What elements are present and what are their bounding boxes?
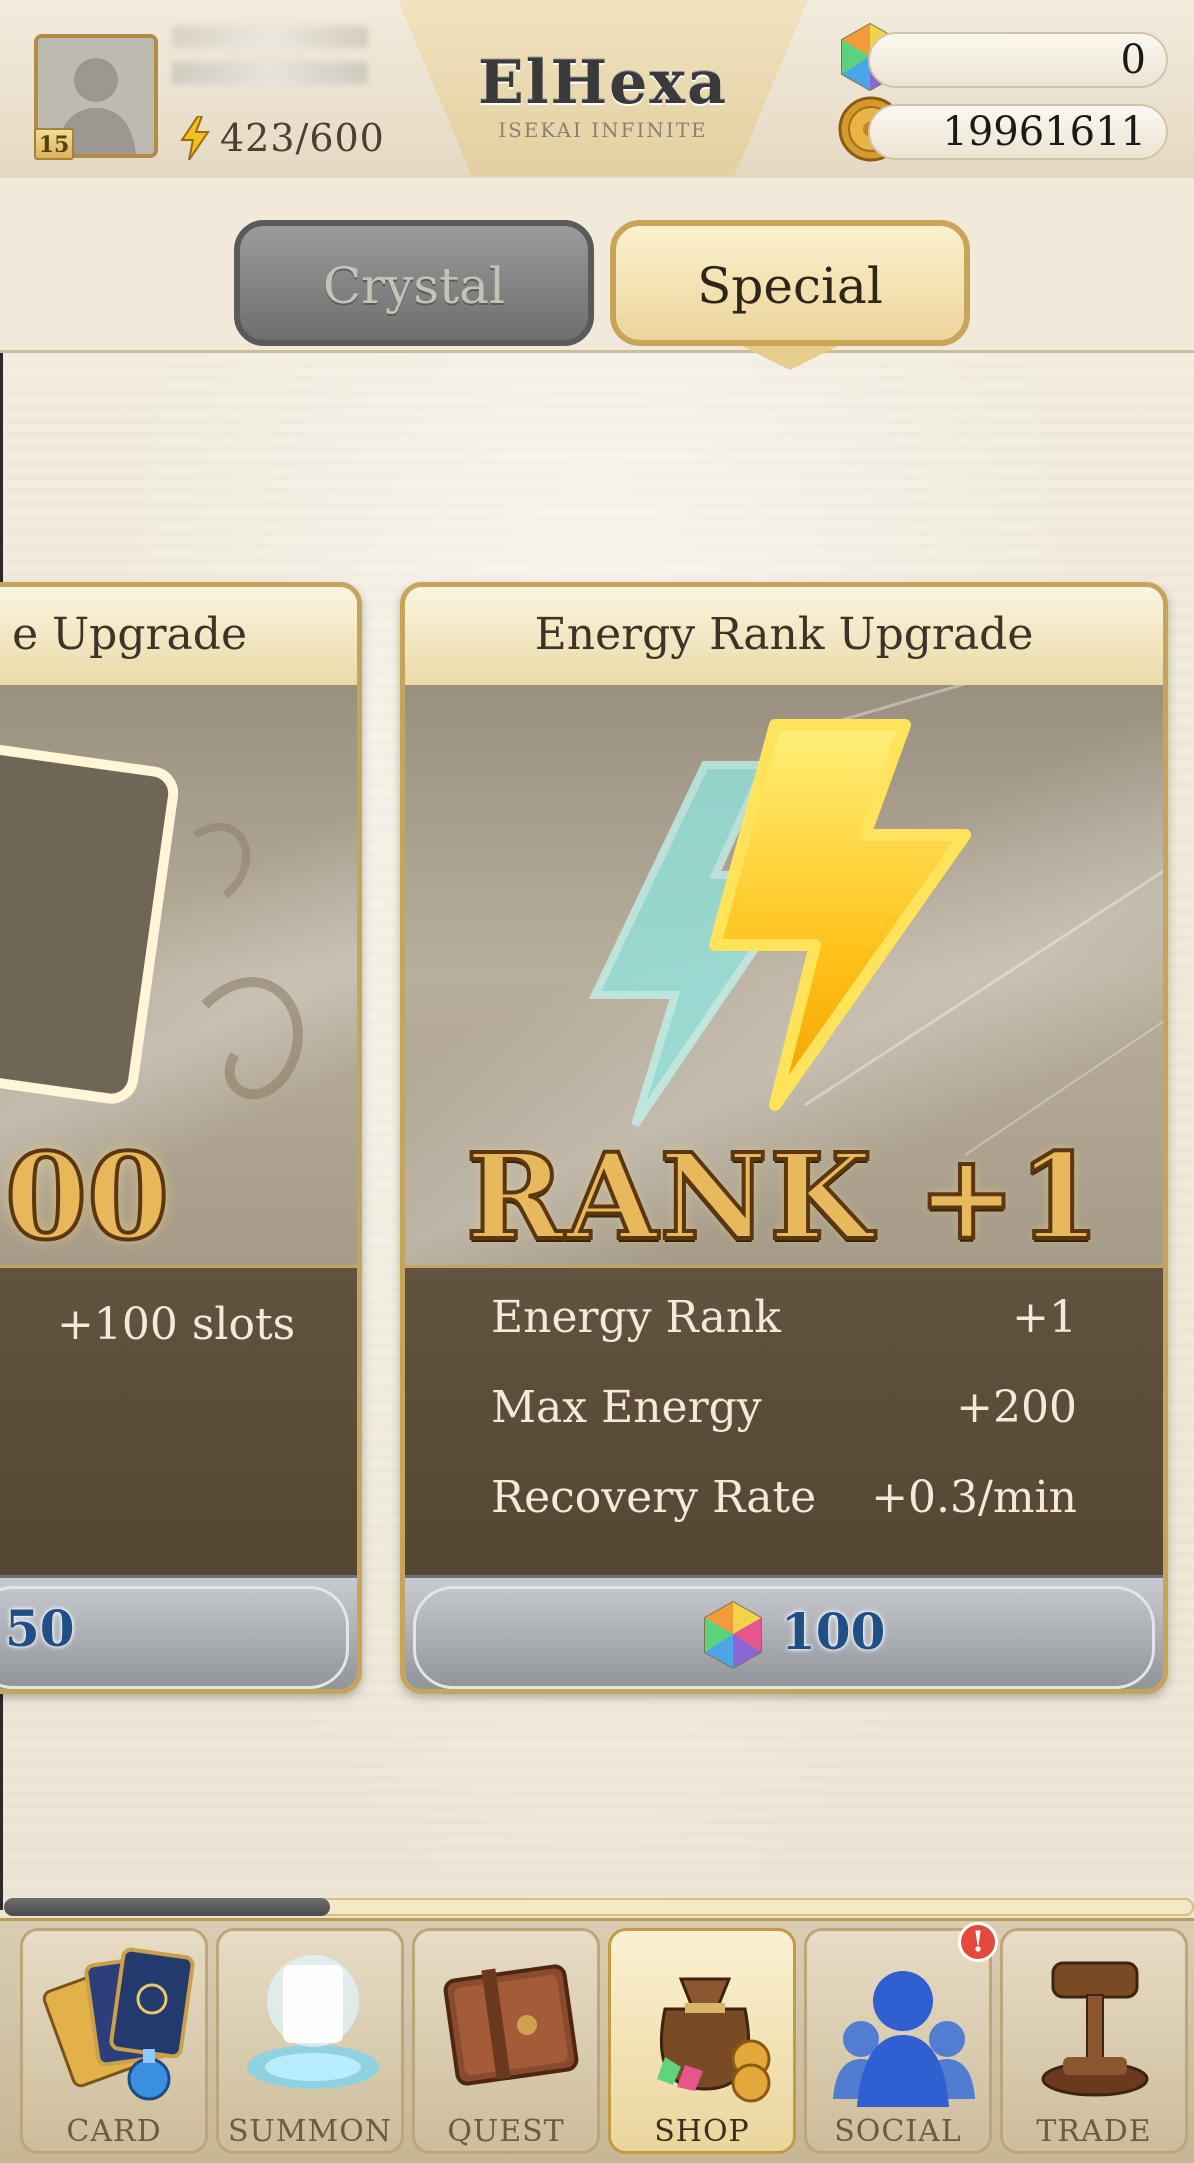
shop-card-left[interactable]: e Upgrade 00 +100 slots 50: [0, 582, 362, 1694]
nav-item-social[interactable]: SOCIAL: [804, 1928, 992, 2154]
rank-art-text: RANK +1: [464, 1125, 1103, 1268]
gem-count: 0: [1120, 37, 1146, 83]
gold-balance[interactable]: 19961611: [868, 104, 1168, 160]
gold-count: 19961611: [942, 109, 1146, 155]
card-icon: [42, 1947, 195, 2101]
shop-card-energy-rank-upgrade[interactable]: Energy Rank Upgrade RANK +1 Energy Rank …: [400, 582, 1168, 1694]
player-id-blurred: [172, 62, 368, 84]
stat-row-energy-rank: Energy Rank +1: [491, 1292, 1077, 1352]
quest-icon: [443, 1964, 579, 2086]
scrollbar-thumb[interactable]: [4, 1898, 330, 1916]
nav-label: SUMMON: [227, 2114, 393, 2149]
nav-item-shop[interactable]: SHOP: [608, 1928, 796, 2154]
stat-value: +0.3/min: [871, 1472, 1077, 1523]
level-badge: 15: [34, 128, 74, 160]
nav-label: TRADE: [1036, 2114, 1152, 2149]
card-detail: +100 slots: [57, 1299, 296, 1350]
price-button[interactable]: 100: [405, 1575, 1163, 1689]
card-info-panel: Energy Rank +1 Max Energy +200 Recovery …: [405, 1265, 1163, 1578]
nav-item-quest[interactable]: QUEST: [412, 1928, 600, 2154]
stat-label: Recovery Rate: [491, 1472, 817, 1523]
tab-bar: [0, 178, 1194, 353]
stat-label: Energy Rank: [491, 1292, 781, 1343]
player-name-blurred: [172, 26, 368, 48]
trade-icon: [1041, 1961, 1149, 2097]
card-title: e Upgrade: [12, 609, 247, 660]
stat-row-max-energy: Max Energy +200: [491, 1382, 1077, 1442]
shop-icon: [657, 1977, 771, 2103]
notification-badge: !: [958, 1922, 998, 1962]
nav-item-trade[interactable]: TRADE: [1000, 1928, 1188, 2154]
gem-balance[interactable]: 0: [868, 32, 1168, 88]
nav-item-summon[interactable]: SUMMON: [216, 1928, 404, 2154]
stat-value: +1: [1012, 1292, 1077, 1343]
nav-label: CARD: [66, 2114, 162, 2149]
nav-label: QUEST: [447, 2114, 565, 2149]
card-art-text: 00: [3, 1125, 171, 1268]
lightning-icon: [180, 116, 210, 160]
game-logo: ElHexa: [477, 48, 729, 118]
stat-label: Max Energy: [491, 1382, 762, 1433]
card-header: e Upgrade: [0, 587, 357, 689]
stat-row-recovery-rate: Recovery Rate +0.3/min: [491, 1472, 1077, 1532]
social-icon: [833, 1971, 975, 2107]
energy-value: 423/600: [220, 116, 385, 160]
summon-icon: [247, 1955, 379, 2089]
game-logo-subtitle: ISEKAI INFINITE: [498, 118, 708, 142]
gem-icon: [704, 1600, 762, 1670]
card-title: Energy Rank Upgrade: [405, 587, 1163, 689]
price-value: 100: [781, 1602, 886, 1661]
price-value: 50: [5, 1599, 75, 1658]
tab-crystal[interactable]: Crystal: [234, 220, 594, 346]
stat-value: +200: [956, 1382, 1077, 1433]
tab-special[interactable]: Special: [610, 220, 970, 346]
nav-item-card[interactable]: CARD: [20, 1928, 208, 2154]
nav-label: SHOP: [654, 2114, 750, 2149]
energy-display: 423/600: [180, 116, 385, 160]
nav-label: SOCIAL: [834, 2114, 962, 2149]
